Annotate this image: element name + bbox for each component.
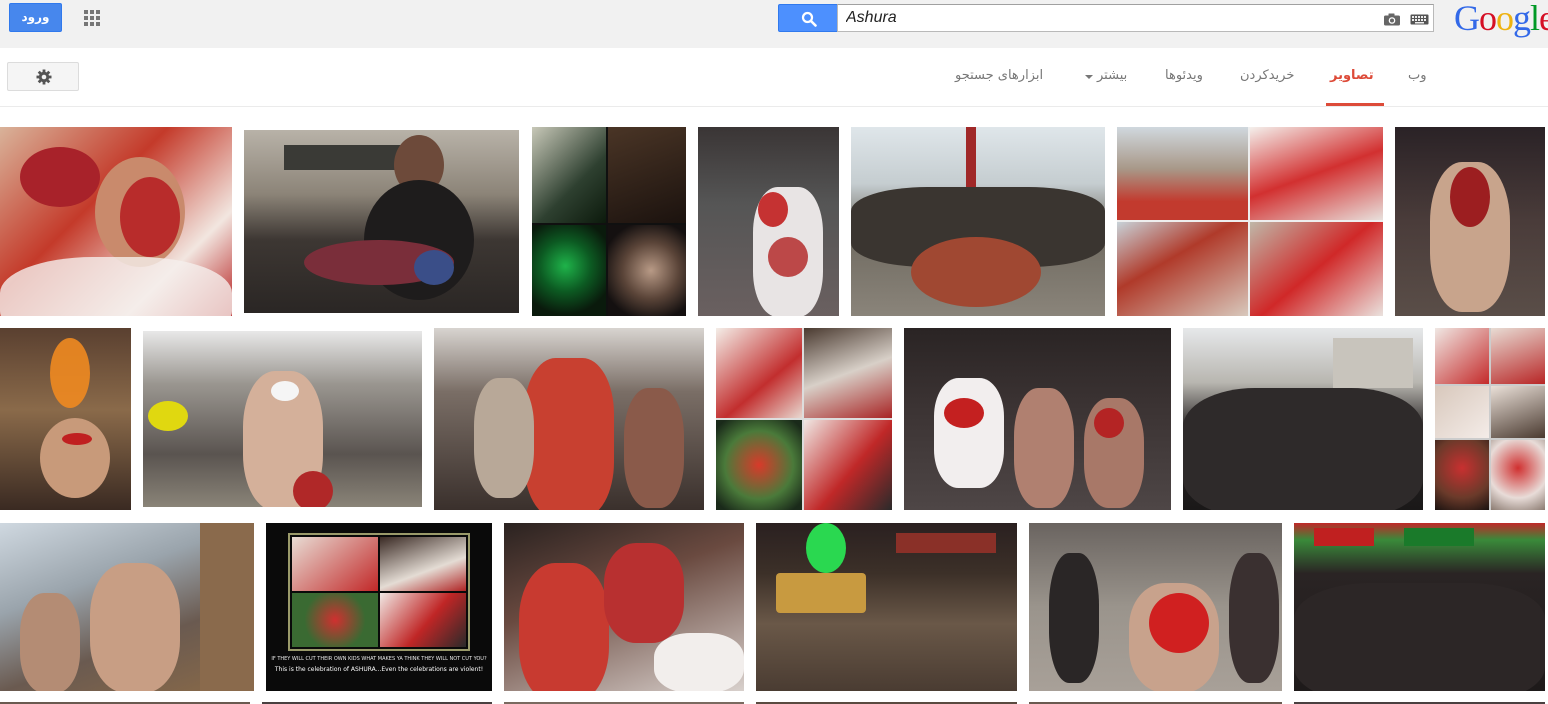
image-result[interactable] xyxy=(532,127,686,316)
search-box[interactable] xyxy=(837,4,1434,32)
image-result[interactable] xyxy=(698,127,839,316)
search-button[interactable] xyxy=(778,4,838,32)
image-result[interactable] xyxy=(434,328,704,510)
tab-web[interactable]: وب xyxy=(1408,68,1427,83)
image-result[interactable]: IF THEY WILL CUT THEIR OWN KIDS WHAT MAK… xyxy=(266,523,492,691)
tab-search-tools[interactable]: ابزارهای جستجو xyxy=(955,68,1043,83)
logo-letter: l xyxy=(1530,0,1540,38)
tab-images[interactable]: تصاویر xyxy=(1330,68,1374,83)
apps-grid-icon[interactable] xyxy=(84,10,100,26)
gear-icon xyxy=(36,69,52,85)
image-result[interactable] xyxy=(1183,328,1423,510)
tab-shopping[interactable]: خریدکردن xyxy=(1240,68,1294,83)
tab-videos[interactable]: ویدئوها xyxy=(1165,68,1203,83)
image-result[interactable] xyxy=(851,127,1105,316)
image-result[interactable] xyxy=(756,523,1017,691)
google-logo[interactable]: Google xyxy=(1454,0,1548,38)
keyboard-icon[interactable] xyxy=(1410,14,1429,25)
signin-button[interactable]: ورود xyxy=(9,3,62,32)
image-result[interactable] xyxy=(904,328,1171,510)
active-tab-indicator xyxy=(1326,103,1384,106)
search-input[interactable] xyxy=(846,8,1366,28)
search-icon xyxy=(801,11,817,27)
image-result[interactable] xyxy=(244,130,519,313)
poster-caption: This is the celebration of ASHURA...Even… xyxy=(274,666,484,673)
image-result[interactable] xyxy=(0,523,254,691)
search-nav-bar: وب تصاویر خریدکردن ویدئوها بیشتر ابزارها… xyxy=(0,48,1548,107)
image-result[interactable] xyxy=(716,328,892,510)
image-result[interactable] xyxy=(1117,127,1383,316)
logo-letter: o xyxy=(1496,0,1514,38)
image-results-grid: IF THEY WILL CUT THEIR OWN KIDS WHAT MAK… xyxy=(0,107,1548,704)
image-result[interactable] xyxy=(0,127,232,316)
logo-letter: o xyxy=(1479,0,1497,38)
logo-letter: e xyxy=(1539,0,1548,38)
image-result[interactable] xyxy=(1395,127,1545,316)
image-result[interactable] xyxy=(143,331,422,507)
image-result[interactable] xyxy=(0,328,131,510)
image-result[interactable] xyxy=(1029,523,1282,691)
logo-letter: g xyxy=(1513,0,1531,38)
chevron-down-icon xyxy=(1085,75,1093,79)
top-header-bar: ورود Google xyxy=(0,0,1548,48)
image-result[interactable] xyxy=(504,523,744,691)
settings-button[interactable] xyxy=(7,62,79,91)
camera-icon[interactable] xyxy=(1383,13,1401,26)
tab-more[interactable]: بیشتر xyxy=(1097,68,1127,83)
image-result[interactable] xyxy=(1435,328,1545,510)
poster-caption: IF THEY WILL CUT THEIR OWN KIDS WHAT MAK… xyxy=(271,656,487,662)
logo-letter: G xyxy=(1454,0,1480,38)
image-result[interactable] xyxy=(1294,523,1545,691)
